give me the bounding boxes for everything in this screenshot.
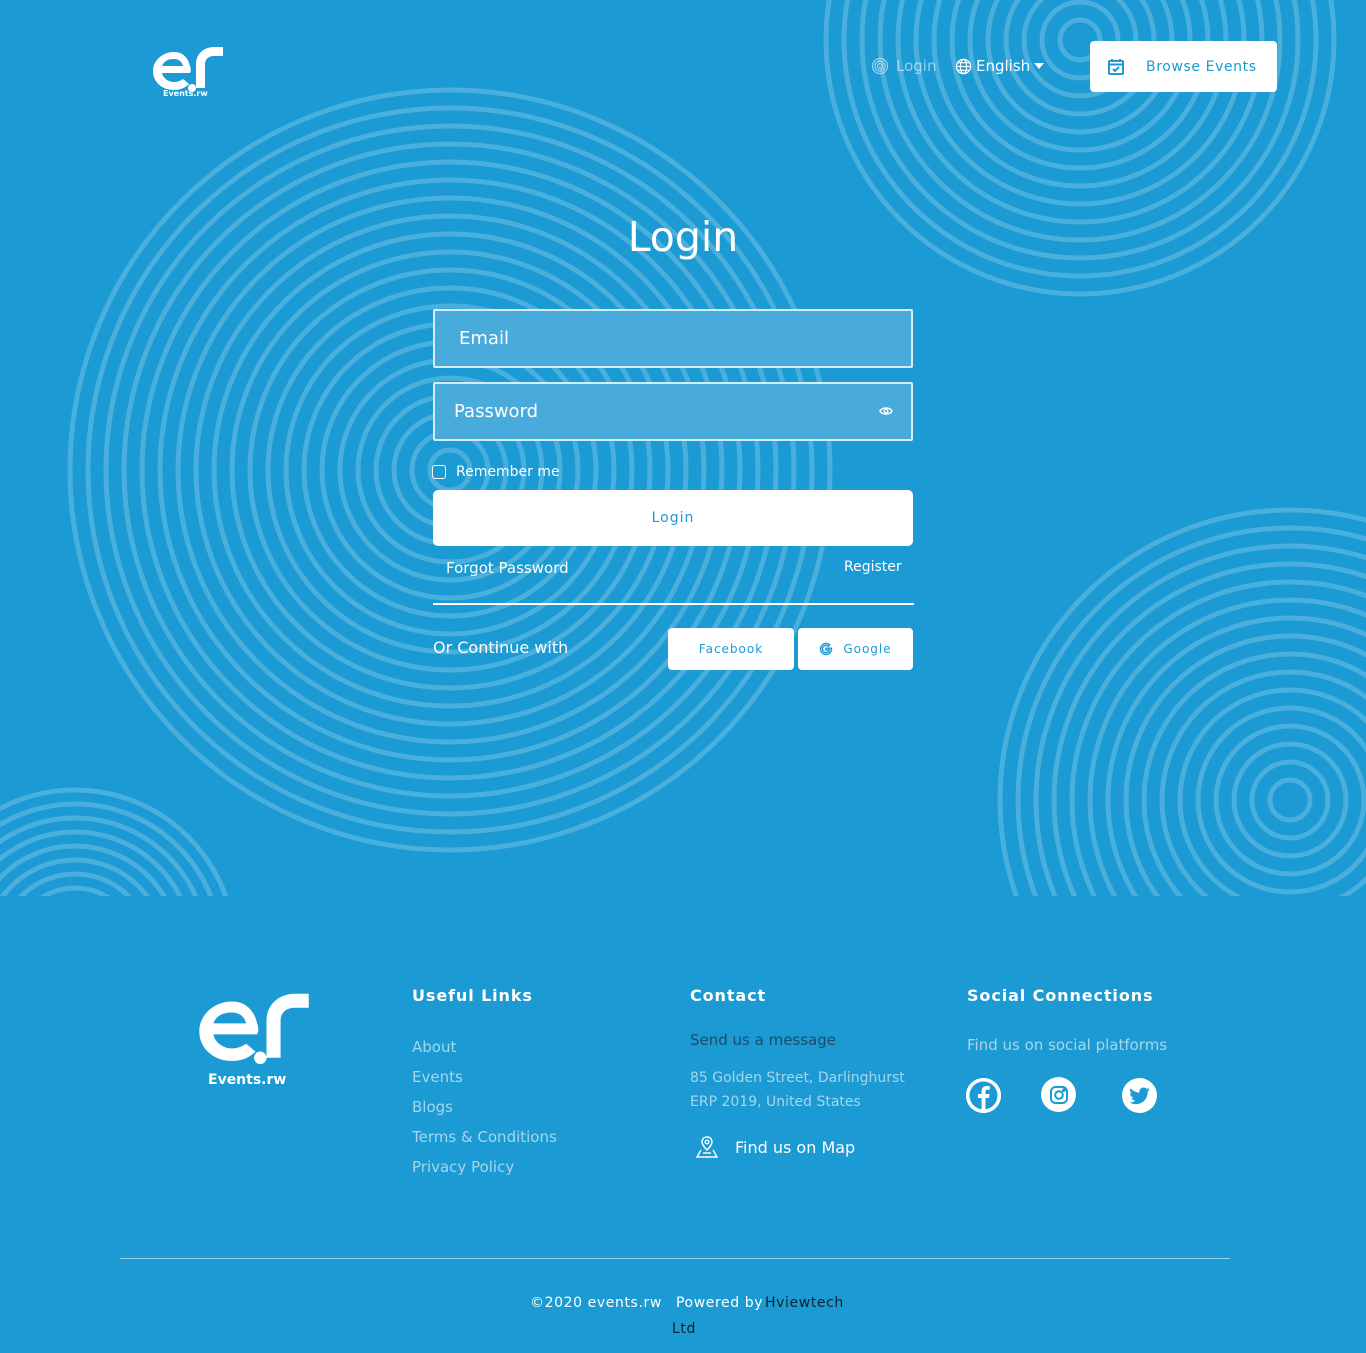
facebook-login-label: Facebook bbox=[698, 642, 764, 656]
company-link-suffix: Ltd bbox=[672, 1321, 696, 1337]
useful-links-heading: Useful Links bbox=[412, 986, 533, 1005]
password-field-wrapper bbox=[433, 382, 913, 441]
swirl-ring bbox=[1087, 597, 1366, 896]
google-login-label: Google bbox=[843, 642, 892, 656]
swirl-ring bbox=[1159, 669, 1366, 896]
swirl-ring bbox=[1267, 777, 1313, 823]
browse-events-label: Browse Events bbox=[1146, 58, 1257, 75]
footer-logo[interactable]: Events.rw bbox=[187, 989, 321, 1088]
social-text: Find us on social platforms bbox=[967, 1036, 1168, 1054]
footer-link-privacy[interactable]: Privacy Policy bbox=[412, 1158, 514, 1176]
footer-link-blogs[interactable]: Blogs bbox=[412, 1098, 453, 1116]
page-title: Login bbox=[627, 213, 739, 261]
form-divider bbox=[433, 603, 914, 605]
background-pattern bbox=[0, 0, 1366, 896]
footer-link-terms[interactable]: Terms & Conditions bbox=[412, 1128, 557, 1146]
swirl-ring bbox=[1105, 615, 1366, 896]
social-heading: Social Connections bbox=[967, 986, 1154, 1005]
swirl-ring bbox=[913, 0, 1247, 207]
twitter-icon[interactable] bbox=[1122, 1078, 1157, 1113]
email-field-wrapper bbox=[433, 309, 913, 368]
fingerprint-icon bbox=[871, 57, 889, 75]
swirl-ring bbox=[1249, 759, 1331, 841]
google-icon bbox=[820, 642, 833, 656]
swirl-ring bbox=[1123, 633, 1366, 896]
remember-me-checkbox[interactable] bbox=[432, 465, 446, 479]
swirl-ring bbox=[1069, 579, 1366, 896]
header-logo[interactable]: Events.rw bbox=[152, 44, 224, 103]
nav-login-label: Login bbox=[896, 57, 937, 75]
footer-logo-text: Events.rw bbox=[208, 1072, 287, 1088]
swirl-ring bbox=[1015, 525, 1366, 896]
events-logo-icon bbox=[199, 993, 309, 1065]
swirl-ring bbox=[0, 829, 183, 896]
copyright-text: ©2020 events.rw bbox=[530, 1295, 662, 1311]
powered-by-label: Powered by bbox=[676, 1295, 764, 1311]
swirl-ring bbox=[18, 871, 132, 896]
swirl-ring bbox=[0, 857, 151, 896]
contact-address: 85 Golden Street, Darlinghurst ERP 2019,… bbox=[690, 1066, 905, 1114]
globe-icon bbox=[955, 58, 972, 74]
footer-divider bbox=[120, 1258, 1230, 1259]
password-input[interactable] bbox=[435, 384, 911, 439]
address-line-1: 85 Golden Street, Darlinghurst bbox=[690, 1070, 905, 1086]
facebook-icon[interactable] bbox=[966, 1078, 1001, 1113]
language-selector[interactable]: English bbox=[955, 57, 1045, 75]
swirl-ring bbox=[997, 507, 1366, 896]
or-continue-label: Or Continue with bbox=[433, 638, 569, 657]
header-logo-text: Events.rw bbox=[163, 89, 208, 98]
swirl-ring bbox=[1033, 543, 1366, 896]
footer-link-events[interactable]: Events bbox=[412, 1068, 463, 1086]
email-input[interactable] bbox=[435, 311, 911, 366]
map-pin-icon bbox=[696, 1136, 718, 1158]
forgot-password-link[interactable]: Forgot Password bbox=[446, 559, 569, 577]
swirl-ring bbox=[895, 0, 1265, 225]
contact-heading: Contact bbox=[690, 986, 767, 1005]
swirl-ring bbox=[1213, 723, 1366, 877]
language-label: English bbox=[976, 57, 1031, 75]
swirl-ring bbox=[0, 843, 167, 896]
contact-message: Send us a message bbox=[690, 1031, 837, 1049]
footer-link-about[interactable]: About bbox=[412, 1038, 456, 1056]
show-password-icon[interactable] bbox=[879, 405, 893, 417]
remember-me-label: Remember me bbox=[456, 464, 560, 480]
swirl-ring bbox=[931, 0, 1229, 189]
instagram-icon[interactable] bbox=[1041, 1077, 1076, 1112]
swirl-ring bbox=[1231, 741, 1349, 859]
swirl-ring bbox=[1051, 561, 1366, 896]
swirl-ring bbox=[0, 787, 229, 896]
login-submit-button[interactable]: Login bbox=[433, 490, 913, 546]
browse-events-button[interactable]: Browse Events bbox=[1090, 41, 1277, 92]
swirl-ring bbox=[877, 0, 1283, 243]
google-login-button[interactable]: Google bbox=[798, 628, 913, 670]
nav-login-link[interactable]: Login bbox=[871, 57, 936, 75]
calendar-check-icon bbox=[1107, 58, 1125, 76]
facebook-login-button[interactable]: Facebook bbox=[668, 628, 794, 670]
swirl-ring bbox=[39, 885, 111, 896]
swirl-ring bbox=[0, 801, 214, 896]
find-on-map-label: Find us on Map bbox=[735, 1137, 856, 1157]
register-link[interactable]: Register bbox=[844, 559, 902, 575]
caret-down-icon bbox=[1034, 63, 1045, 69]
swirl-ring bbox=[0, 815, 199, 896]
address-line-2: ERP 2019, United States bbox=[690, 1094, 861, 1110]
company-link[interactable]: Hviewtech bbox=[765, 1295, 844, 1311]
swirl-ring bbox=[1141, 651, 1366, 896]
remember-me: Remember me bbox=[432, 464, 560, 480]
swirl-ring bbox=[1177, 687, 1366, 896]
find-on-map-link[interactable]: Find us on Map bbox=[696, 1135, 855, 1159]
swirl-ring bbox=[1195, 705, 1366, 895]
